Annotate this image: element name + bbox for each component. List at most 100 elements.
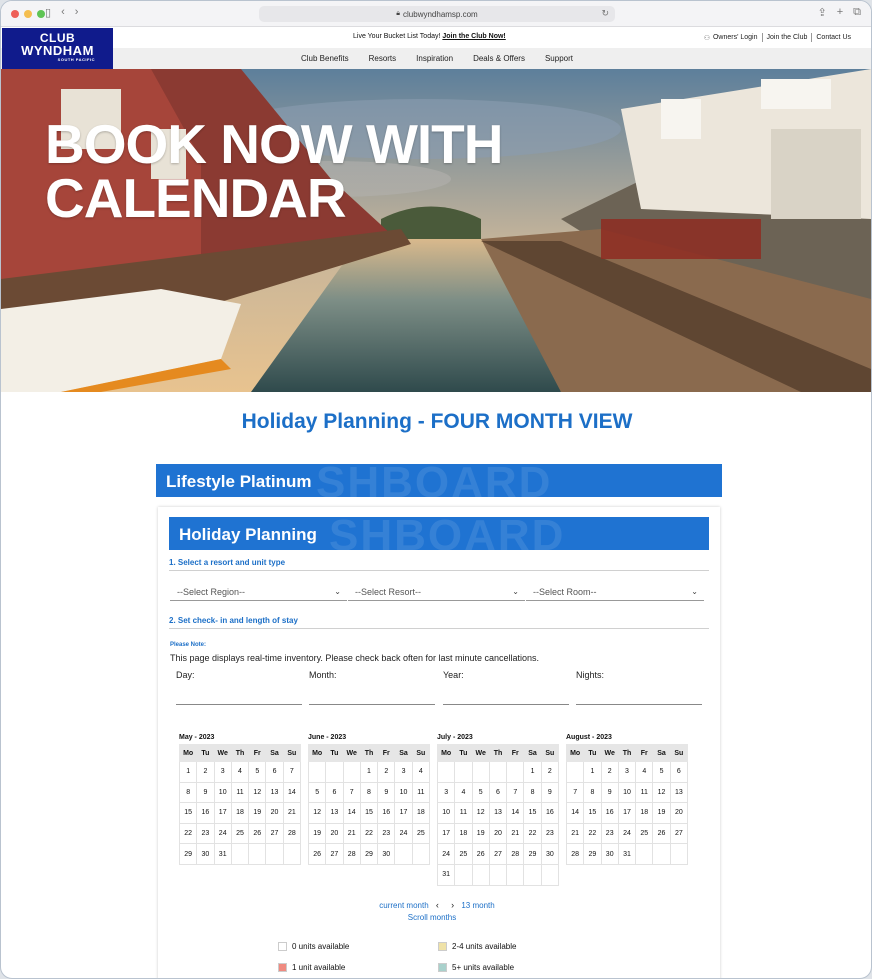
room-select[interactable]: --Select Room-- ⌄ (526, 583, 704, 601)
back-icon[interactable]: ‹ (61, 6, 65, 19)
calendar-day[interactable]: 1 (359, 761, 379, 783)
calendar-day[interactable]: 11 (454, 802, 473, 824)
calendar-day[interactable]: 11 (230, 781, 250, 804)
calendar-day[interactable]: 13 (325, 802, 344, 824)
calendar-day[interactable]: 12 (471, 802, 490, 824)
calendar-day[interactable]: 22 (359, 822, 379, 845)
calendar-day[interactable]: 6 (265, 761, 284, 783)
calendar-day[interactable]: 8 (583, 781, 602, 804)
calendar-day[interactable]: 13 (669, 781, 689, 804)
year-input[interactable] (443, 704, 569, 705)
calendar-day[interactable]: 23 (196, 822, 215, 845)
calendar-day[interactable]: 14 (565, 802, 585, 824)
calendar-day[interactable]: 26 (248, 822, 267, 845)
calendar-day[interactable]: 2 (600, 761, 619, 783)
tabs-overview-icon[interactable]: ⧉ (853, 6, 861, 19)
calendar-day[interactable]: 22 (583, 822, 602, 845)
calendar-day[interactable]: 11 (411, 781, 431, 804)
calendar-day[interactable]: 18 (454, 822, 473, 845)
calendar-day[interactable]: 6 (488, 781, 508, 804)
calendar-day[interactable]: 25 (635, 822, 654, 845)
resort-select[interactable]: --Select Resort-- ⌄ (348, 583, 525, 601)
calendar-day[interactable]: 6 (669, 761, 689, 783)
calendar-day[interactable]: 26 (307, 843, 327, 865)
calendar-day[interactable]: 21 (282, 802, 302, 824)
calendar-day[interactable]: 10 (436, 802, 456, 824)
calendar-day[interactable]: 31 (213, 843, 232, 865)
calendar-day[interactable]: 31 (617, 843, 637, 865)
chevron-right-icon[interactable]: › (451, 900, 454, 910)
calendar-day[interactable]: 9 (600, 781, 619, 804)
calendar-day[interactable]: 30 (377, 843, 396, 865)
calendar-day[interactable]: 21 (506, 822, 525, 845)
calendar-day[interactable]: 15 (523, 802, 542, 824)
calendar-day[interactable]: 13 (488, 802, 508, 824)
chevron-left-icon[interactable]: ‹ (436, 900, 439, 910)
calendar-day[interactable]: 31 (436, 863, 456, 886)
calendar-day[interactable]: 25 (454, 843, 473, 865)
calendar-day[interactable]: 24 (394, 822, 413, 845)
calendar-day[interactable]: 14 (506, 802, 525, 824)
calendar-day[interactable]: 5 (307, 781, 327, 804)
forward-icon[interactable]: › (75, 6, 79, 19)
calendar-day[interactable]: 24 (436, 843, 456, 865)
calendar-day[interactable]: 22 (523, 822, 542, 845)
calendar-day[interactable]: 16 (377, 802, 396, 824)
close-window-button[interactable] (11, 10, 19, 18)
calendar-day[interactable]: 4 (230, 761, 250, 783)
calendar-day[interactable]: 25 (230, 822, 250, 845)
calendar-day[interactable]: 17 (213, 802, 232, 824)
calendar-day[interactable]: 18 (230, 802, 250, 824)
calendar-day[interactable]: 14 (282, 781, 302, 804)
calendar-day[interactable]: 27 (669, 822, 689, 845)
thirteen-month-link[interactable]: 13 month (461, 901, 494, 910)
calendar-day[interactable]: 1 (583, 761, 602, 783)
calendar-day[interactable]: 12 (248, 781, 267, 804)
calendar-day[interactable]: 5 (652, 761, 671, 783)
calendar-day[interactable]: 18 (635, 802, 654, 824)
sidebar-icon[interactable]: ▯ (45, 6, 51, 19)
calendar-day[interactable]: 29 (523, 843, 542, 865)
calendar-day[interactable]: 12 (652, 781, 671, 804)
reload-icon[interactable]: ↻ (601, 8, 609, 19)
month-input[interactable] (309, 704, 435, 705)
calendar-day[interactable]: 24 (213, 822, 232, 845)
new-tab-icon[interactable]: + (837, 6, 843, 19)
calendar-day[interactable]: 16 (540, 802, 560, 824)
calendar-day[interactable]: 28 (282, 822, 302, 845)
calendar-day[interactable]: 1 (523, 761, 542, 783)
calendar-day[interactable]: 30 (540, 843, 560, 865)
calendar-day[interactable]: 13 (265, 781, 284, 804)
calendar-day[interactable]: 25 (411, 822, 431, 845)
calendar-day[interactable]: 19 (652, 802, 671, 824)
calendar-day[interactable]: 29 (583, 843, 602, 865)
calendar-day[interactable]: 20 (265, 802, 284, 824)
nav-resorts[interactable]: Resorts (369, 54, 397, 63)
minimize-window-button[interactable] (24, 10, 32, 18)
calendar-day[interactable]: 18 (411, 802, 431, 824)
calendar-day[interactable]: 7 (565, 781, 585, 804)
join-the-club-link[interactable]: Join the Club (767, 34, 808, 41)
join-club-link[interactable]: Join the Club Now! (442, 33, 505, 40)
scroll-months-link[interactable]: Scroll months (1, 913, 863, 922)
calendar-day[interactable]: 8 (359, 781, 379, 804)
calendar-day[interactable]: 30 (600, 843, 619, 865)
calendar-day[interactable]: 3 (436, 781, 456, 804)
calendar-day[interactable]: 22 (178, 822, 198, 845)
calendar-day[interactable]: 21 (565, 822, 585, 845)
calendar-day[interactable]: 27 (488, 843, 508, 865)
calendar-day[interactable]: 1 (178, 761, 198, 783)
calendar-day[interactable]: 3 (617, 761, 637, 783)
calendar-day[interactable]: 15 (359, 802, 379, 824)
calendar-day[interactable]: 5 (248, 761, 267, 783)
calendar-day[interactable]: 12 (307, 802, 327, 824)
calendar-day[interactable]: 7 (506, 781, 525, 804)
calendar-day[interactable]: 17 (394, 802, 413, 824)
calendar-day[interactable]: 7 (282, 761, 302, 783)
calendar-day[interactable]: 3 (213, 761, 232, 783)
nav-inspiration[interactable]: Inspiration (416, 54, 453, 63)
calendar-day[interactable]: 17 (436, 822, 456, 845)
calendar-day[interactable]: 11 (635, 781, 654, 804)
calendar-day[interactable]: 10 (617, 781, 637, 804)
calendar-day[interactable]: 27 (265, 822, 284, 845)
